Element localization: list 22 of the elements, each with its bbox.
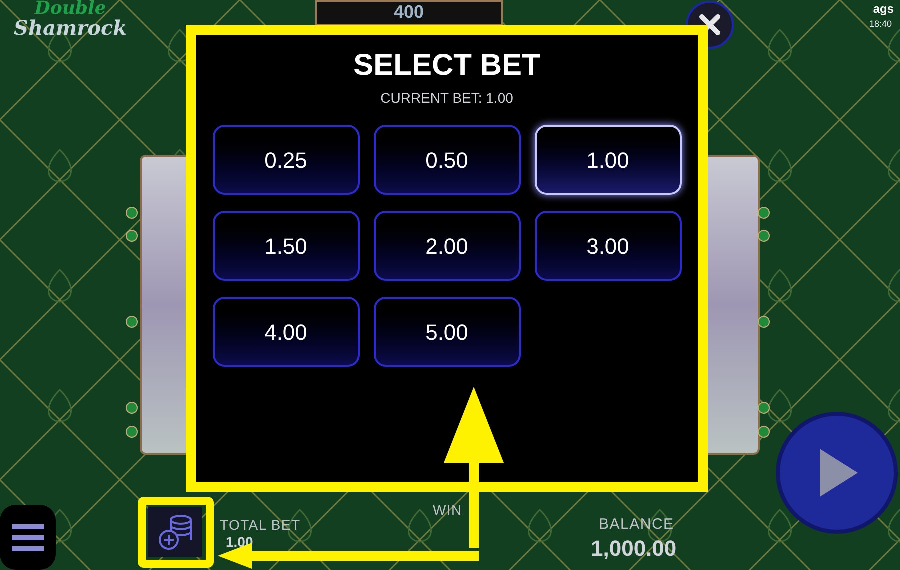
menu-icon bbox=[10, 522, 46, 552]
bet-option[interactable]: 4.00 bbox=[212, 297, 360, 367]
clock: 18:40 bbox=[869, 18, 892, 31]
menu-button[interactable] bbox=[0, 505, 56, 570]
bet-option[interactable]: 5.00 bbox=[374, 297, 520, 367]
close-icon bbox=[698, 13, 722, 37]
bet-option[interactable]: 1.00 bbox=[534, 125, 682, 195]
balance-label: BALANCE bbox=[599, 515, 674, 535]
bet-option[interactable]: 0.50 bbox=[374, 125, 520, 195]
win-display: 400 bbox=[315, 0, 503, 26]
bet-option[interactable]: 3.00 bbox=[534, 211, 682, 281]
bet-option[interactable]: 2.00 bbox=[374, 211, 520, 281]
brand-logo: ags bbox=[873, 1, 894, 18]
bet-button[interactable] bbox=[148, 507, 202, 557]
dialog-title: SELECT BET bbox=[354, 48, 540, 84]
bet-option[interactable]: 1.50 bbox=[212, 211, 360, 281]
current-bet: CURRENT BET: 1.00 bbox=[380, 89, 514, 108]
win-label: WIN bbox=[433, 501, 462, 520]
game-logo: Double Shamrock bbox=[14, 0, 128, 38]
total-bet-label: TOTAL BET bbox=[220, 516, 301, 535]
balance-value: 1,000.00 bbox=[591, 535, 677, 563]
bet-option[interactable]: 0.25 bbox=[212, 125, 360, 195]
